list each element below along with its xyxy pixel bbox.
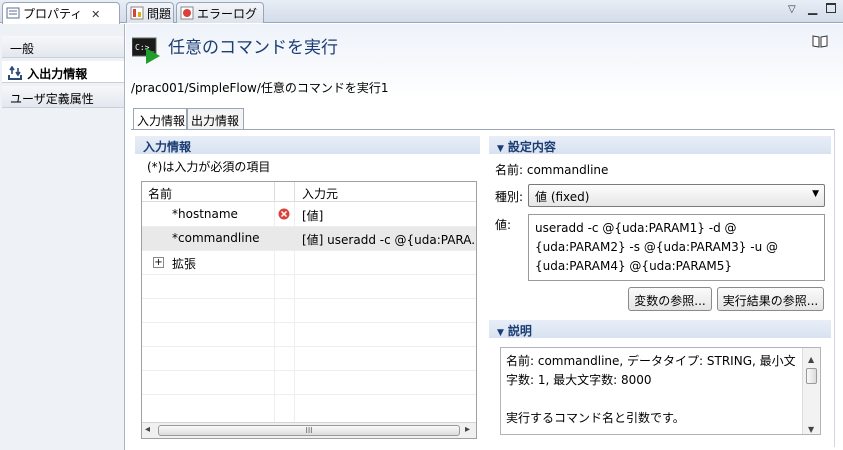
svg-text:C:>_: C:>_ [135, 43, 154, 52]
command-icon: C:>_ [131, 36, 162, 64]
expand-icon[interactable]: + [153, 257, 164, 268]
maximize-icon[interactable] [826, 3, 836, 13]
sidebar-item-label: 入出力情報 [27, 67, 88, 81]
scroll-down-icon[interactable]: ▼ [808, 420, 814, 434]
table-row-selected[interactable]: *commandline [値] useradd -c @{uda:PARA..… [142, 227, 476, 250]
row-source: [値] useradd -c @{uda:PARA... [302, 233, 476, 247]
value-textarea[interactable]: useradd -c @{uda:PARAM1} -d @ {uda:PARAM… [528, 214, 825, 281]
properties-header: C:>_ 任意のコマンドを実行 /prac001/SimpleFlow/任意のコ… [126, 24, 843, 100]
sidebar-item-general[interactable]: 一般 [2, 36, 124, 58]
scroll-left-icon[interactable]: ◂ [145, 424, 150, 435]
row-name: 拡張 [172, 257, 197, 271]
tab-label: 出力情報 [191, 114, 240, 128]
error-icon [278, 208, 290, 220]
type-select-value: 値 (fixed) [535, 190, 590, 204]
close-icon[interactable]: ✕ [91, 8, 100, 21]
tab-error-log[interactable]: エラーログ [176, 2, 264, 23]
tab-properties-label: プロパティ [23, 7, 83, 21]
vertical-scrollbar[interactable]: ▲ ▼ [802, 348, 820, 434]
subtab-divider [131, 129, 835, 130]
description-line: 字数: 1, 最大文字数: 8000 [506, 373, 652, 387]
sidebar-item-label: 一般 [10, 42, 35, 56]
description-line: 実行するコマンド名と引数です。 [506, 411, 685, 425]
value-line: useradd -c @{uda:PARAM1} -d @ [535, 221, 737, 235]
panel-border [834, 129, 835, 447]
settings-section-header[interactable]: ▼ 設定内容 [489, 136, 831, 154]
row-name: *commandline [172, 231, 260, 245]
section-title: 入力情報 [143, 140, 192, 154]
tab-output-info[interactable]: 出力情報 [187, 108, 244, 129]
tab-properties[interactable]: プロパティ ✕ [2, 2, 120, 24]
column-divider [294, 182, 295, 202]
sidebar-item-user-attrs[interactable]: ユーザ定義属性 [2, 86, 124, 108]
view-menu-icon[interactable]: ▽ [788, 4, 796, 15]
scroll-thumb[interactable]: III [158, 425, 460, 436]
tab-error-log-label: エラーログ [197, 7, 258, 21]
row-line [142, 298, 476, 299]
page-title: 任意のコマンドを実行 [168, 38, 338, 58]
row-name: *hostname [172, 207, 238, 221]
io-icon [7, 65, 23, 80]
minimize-icon[interactable]: ▁ [808, 1, 817, 15]
section-title: 設定内容 [507, 140, 556, 154]
properties-icon [6, 6, 20, 20]
table-row[interactable]: + 拡張 [142, 251, 476, 274]
view-tab-bar: プロパティ ✕ 問題 エラーログ ▽ ▁ [0, 0, 843, 24]
horizontal-scrollbar[interactable]: ◂ III ▸ [142, 422, 476, 438]
row-line [142, 346, 476, 347]
properties-sidebar: 一般 入出力情報 ユーザ定義属性 [0, 24, 125, 450]
sidebar-item-io[interactable]: 入出力情報 [2, 61, 124, 83]
help-book-icon[interactable] [812, 34, 828, 48]
row-source: [値] [302, 209, 324, 223]
table-header: 名前 入力元 [142, 182, 476, 202]
problems-icon [130, 6, 144, 20]
tab-problems[interactable]: 問題 [126, 2, 174, 23]
input-table: 名前 入力元 *hostname [値] *commandline [値] us… [141, 181, 477, 439]
collapse-icon: ▼ [497, 144, 504, 154]
element-path: /prac001/SimpleFlow/任意のコマンドを実行1 [131, 81, 389, 95]
scroll-grip: III [305, 426, 313, 435]
input-section-header: 入力情報 [135, 136, 480, 154]
chevron-down-icon: ▼ [812, 189, 819, 199]
error-log-icon [180, 6, 194, 20]
scroll-right-icon[interactable]: ▸ [465, 424, 470, 435]
type-select[interactable]: 値 (fixed) ▼ [528, 184, 825, 207]
row-line [142, 370, 476, 371]
value-line: {uda:PARAM2} -s @{uda:PARAM3} -u @ [535, 240, 779, 254]
tab-problems-label: 問題 [147, 7, 172, 21]
setting-name: 名前: commandline [495, 163, 609, 177]
description-line: 名前: commandline, データタイプ: STRING, 最小文 [506, 354, 796, 368]
scroll-thumb[interactable] [806, 368, 817, 384]
tab-label: 入力情報 [137, 114, 186, 128]
description-line [506, 390, 820, 409]
scroll-up-icon[interactable]: ▲ [808, 350, 814, 369]
row-line [142, 274, 476, 275]
sidebar-item-label: ユーザ定義属性 [10, 92, 94, 106]
column-header-name[interactable]: 名前 [148, 185, 172, 202]
value-label: 値: [495, 218, 512, 232]
value-line: {uda:PARAM4} @{uda:PARAM5} [535, 259, 733, 273]
description-text: 名前: commandline, データタイプ: STRING, 最小文 字数:… [500, 347, 821, 435]
section-title: 説明 [507, 324, 532, 338]
type-label: 種別: [495, 190, 524, 204]
row-line [142, 394, 476, 395]
row-line [142, 322, 476, 323]
required-note: (*)は入力が必須の項目 [147, 160, 271, 174]
collapse-icon: ▼ [497, 328, 504, 338]
tab-input-info[interactable]: 入力情報 [133, 108, 187, 130]
column-header-source[interactable]: 入力元 [302, 185, 338, 202]
column-divider [274, 182, 275, 202]
description-section-header[interactable]: ▼ 説明 [489, 320, 831, 338]
results-reference-button[interactable]: 実行結果の参照... [717, 287, 824, 311]
table-row[interactable]: *hostname [値] [142, 203, 476, 226]
variables-reference-button[interactable]: 変数の参照... [628, 287, 712, 311]
